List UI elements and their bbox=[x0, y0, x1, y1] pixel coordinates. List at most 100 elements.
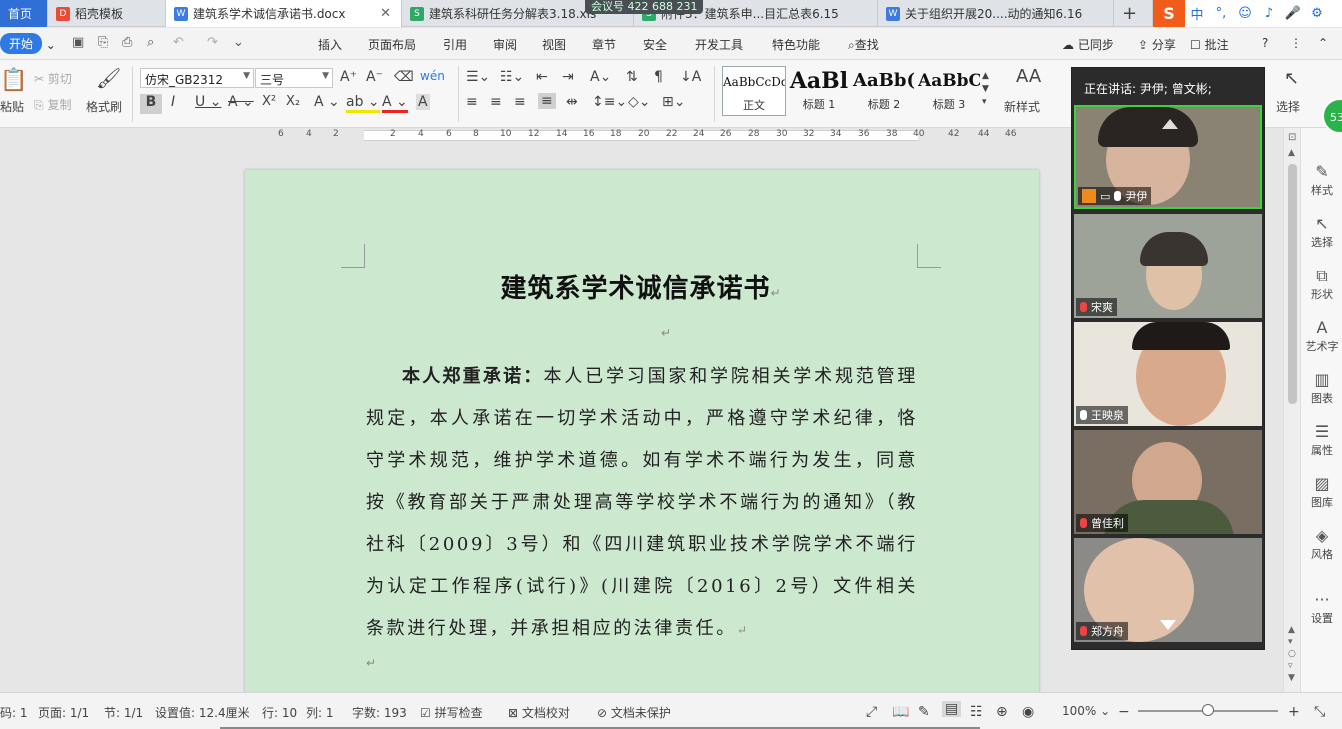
bold-button[interactable]: B bbox=[140, 94, 162, 114]
borders-icon[interactable]: ⊞⌄ bbox=[662, 94, 685, 110]
save-icon[interactable]: ▣ bbox=[72, 35, 84, 50]
menu-tab-start[interactable]: 开始 bbox=[0, 33, 43, 54]
text-effect-button[interactable]: A ⌄ bbox=[314, 94, 340, 110]
menu-tab-chapter[interactable]: 章节 bbox=[592, 36, 616, 53]
vertical-scrollbar[interactable]: ⊡ ▲ ▲ ▾ ○ ▿ ▼ bbox=[1283, 128, 1300, 692]
sidebar-item-properties[interactable]: ☰ 属性 bbox=[1301, 422, 1342, 458]
document-body[interactable]: 本人郑重承诺：本人已学习国家和学院相关学术规范管理规定，本人承诺在一切学术活动中… bbox=[366, 356, 918, 651]
document-page[interactable]: 建筑系学术诚信承诺书↵ ↵ 本人郑重承诺：本人已学习国家和学院相关学术规范管理规… bbox=[245, 170, 1039, 692]
style-normal[interactable]: AaBbCcDd 正文 bbox=[722, 66, 786, 116]
zoom-out-icon[interactable]: − bbox=[1118, 704, 1130, 720]
clear-format-icon[interactable]: ⌫ bbox=[394, 69, 414, 85]
cut-button[interactable]: ✂ 剪切 bbox=[34, 70, 72, 87]
tab-integrity-docx[interactable]: W 建筑系学术诚信承诺书.docx ✕ bbox=[166, 0, 402, 27]
fit-page-icon[interactable]: ⤡ bbox=[1314, 704, 1325, 720]
line-spacing-icon[interactable]: ↕≡⌄ bbox=[592, 94, 627, 110]
justify-icon[interactable]: ≡ bbox=[538, 93, 556, 109]
tab-home[interactable]: 首页 bbox=[0, 0, 48, 27]
align-left-icon[interactable]: ≡ bbox=[466, 94, 478, 110]
sidebar-item-settings[interactable]: ··· 设置 bbox=[1301, 590, 1342, 626]
style-heading-3[interactable]: AaBbC 标题 3 bbox=[918, 66, 980, 116]
tab-docer-templates[interactable]: D 稻壳模板 bbox=[48, 0, 166, 27]
select-button[interactable]: 选择 bbox=[1276, 98, 1300, 115]
increase-indent-icon[interactable]: ⇥ bbox=[562, 69, 574, 85]
highlight-button[interactable]: ab ⌄ bbox=[346, 94, 380, 113]
close-tab-icon[interactable]: ✕ bbox=[380, 6, 391, 21]
proofread-button[interactable]: ⊠ 文档校对 bbox=[508, 704, 570, 721]
char-shading-button[interactable]: A bbox=[416, 94, 430, 110]
participant-tile[interactable]: 郑方舟 bbox=[1074, 538, 1262, 642]
grow-font-icon[interactable]: A⁺ bbox=[340, 69, 357, 85]
chinese-layout-icon[interactable]: A⌄ bbox=[590, 69, 611, 85]
ime-settings-icon[interactable]: ⚙ bbox=[1305, 6, 1329, 21]
paste-icon[interactable]: 📋 bbox=[0, 68, 27, 93]
print-icon[interactable]: ⎙ bbox=[122, 35, 132, 50]
format-painter-button[interactable]: 格式刷 bbox=[86, 98, 122, 115]
scroll-down-icon[interactable] bbox=[1160, 620, 1176, 630]
menu-tab-developer[interactable]: 开发工具 bbox=[695, 36, 743, 53]
scroll-up-icon[interactable] bbox=[1162, 119, 1178, 129]
sync-status[interactable]: ☁ 已同步 bbox=[1062, 36, 1114, 53]
spell-check-button[interactable]: ☑ 拼写检查 bbox=[420, 704, 483, 721]
status-page[interactable]: 页面: 1/1 bbox=[38, 704, 89, 721]
tab-notice[interactable]: W 关于组织开展20....动的通知6.16 bbox=[878, 0, 1114, 27]
strikethrough-button[interactable]: A ⌄ bbox=[228, 94, 254, 110]
menu-tab-review[interactable]: 审阅 bbox=[493, 36, 517, 53]
participant-tile[interactable]: ▭ 尹伊 bbox=[1074, 105, 1262, 209]
scrollbar-thumb[interactable] bbox=[1288, 164, 1297, 404]
undo-icon[interactable]: ↶ bbox=[173, 35, 184, 50]
quick-access-dropdown-icon[interactable]: ⌄ bbox=[233, 35, 244, 50]
menu-tab-insert[interactable]: 插入 bbox=[318, 36, 342, 53]
ime-voice-icon[interactable]: 🎤 bbox=[1281, 6, 1305, 21]
copy-button[interactable]: ⎘ 复制 bbox=[34, 96, 71, 113]
new-style-icon[interactable]: AA bbox=[1016, 66, 1041, 87]
new-style-button[interactable]: 新样式 bbox=[1004, 98, 1040, 115]
shading-icon[interactable]: ◇⌄ bbox=[628, 94, 651, 110]
sort-icon[interactable]: ⇅ bbox=[626, 69, 638, 85]
style-heading-2[interactable]: AaBb( 标题 2 bbox=[852, 66, 916, 116]
ime-punct-icon[interactable]: °, bbox=[1209, 6, 1233, 21]
menu-tab-page-layout[interactable]: 页面布局 bbox=[368, 36, 416, 53]
subscript-button[interactable]: X₂ bbox=[286, 94, 300, 109]
italic-button[interactable]: I bbox=[171, 94, 175, 110]
shrink-font-icon[interactable]: A⁻ bbox=[366, 69, 383, 85]
sidebar-item-chart[interactable]: ▥ 图表 bbox=[1301, 370, 1342, 406]
edit-mode-icon[interactable]: ✎ bbox=[918, 704, 930, 720]
outline-view-icon[interactable]: ☷ bbox=[970, 704, 983, 720]
sidebar-item-gallery[interactable]: ▨ 图库 bbox=[1301, 474, 1342, 510]
share-button[interactable]: ⇪ 分享 bbox=[1138, 36, 1176, 53]
fullscreen-icon[interactable]: ⤢ bbox=[866, 704, 877, 720]
menu-tab-security[interactable]: 安全 bbox=[643, 36, 667, 53]
doc-map-icon[interactable]: ⊡ bbox=[1288, 132, 1296, 143]
sort-az-icon[interactable]: ↓A bbox=[680, 69, 701, 85]
underline-button[interactable]: U ⌄ bbox=[195, 94, 221, 110]
font-size-select[interactable]: 三号 ▼ bbox=[255, 68, 333, 88]
menu-tab-view[interactable]: 视图 bbox=[542, 36, 566, 53]
ime-emoji-icon[interactable]: ☺ bbox=[1233, 6, 1257, 21]
document-title[interactable]: 建筑系学术诚信承诺书↵ bbox=[365, 268, 917, 305]
collapse-ribbon-icon[interactable]: ⌃ bbox=[1318, 36, 1328, 50]
protect-button[interactable]: ⊘ 文档未保护 bbox=[597, 704, 671, 721]
sogou-logo-icon[interactable]: S bbox=[1153, 0, 1185, 27]
new-tab-button[interactable]: + bbox=[1122, 3, 1137, 24]
decrease-indent-icon[interactable]: ⇤ bbox=[536, 69, 548, 85]
style-heading-1[interactable]: AaBl 标题 1 bbox=[788, 66, 850, 116]
ime-mode-icon[interactable]: 中 bbox=[1185, 4, 1209, 23]
show-marks-icon[interactable]: ¶ bbox=[654, 69, 663, 85]
bullet-list-icon[interactable]: ☰⌄ bbox=[466, 69, 490, 85]
numbered-list-icon[interactable]: ☷⌄ bbox=[500, 69, 524, 85]
paste-button[interactable]: 粘贴 bbox=[0, 98, 24, 115]
page-view-icon[interactable]: ▤ bbox=[942, 701, 962, 717]
sidebar-item-shape[interactable]: ⧉ 形状 bbox=[1301, 266, 1342, 302]
sidebar-item-select[interactable]: ↖ 选择 bbox=[1301, 214, 1342, 250]
zoom-level[interactable]: 100% ⌄ bbox=[1062, 704, 1110, 718]
style-scroll-icon[interactable]: ▲ ▼ ▾ bbox=[982, 70, 989, 109]
web-view-icon[interactable]: ⊕ bbox=[996, 704, 1008, 720]
distributed-icon[interactable]: ⇹ bbox=[566, 94, 578, 110]
comment-button[interactable]: ☐ 批注 bbox=[1190, 36, 1229, 53]
redo-icon[interactable]: ↷ bbox=[207, 35, 218, 50]
sidebar-item-theme[interactable]: ◈ 风格 bbox=[1301, 526, 1342, 562]
format-painter-icon[interactable]: 🖌 bbox=[96, 66, 121, 90]
participant-tile[interactable]: 王映泉 bbox=[1074, 322, 1262, 426]
status-word-count[interactable]: 字数: 193 bbox=[352, 704, 407, 721]
